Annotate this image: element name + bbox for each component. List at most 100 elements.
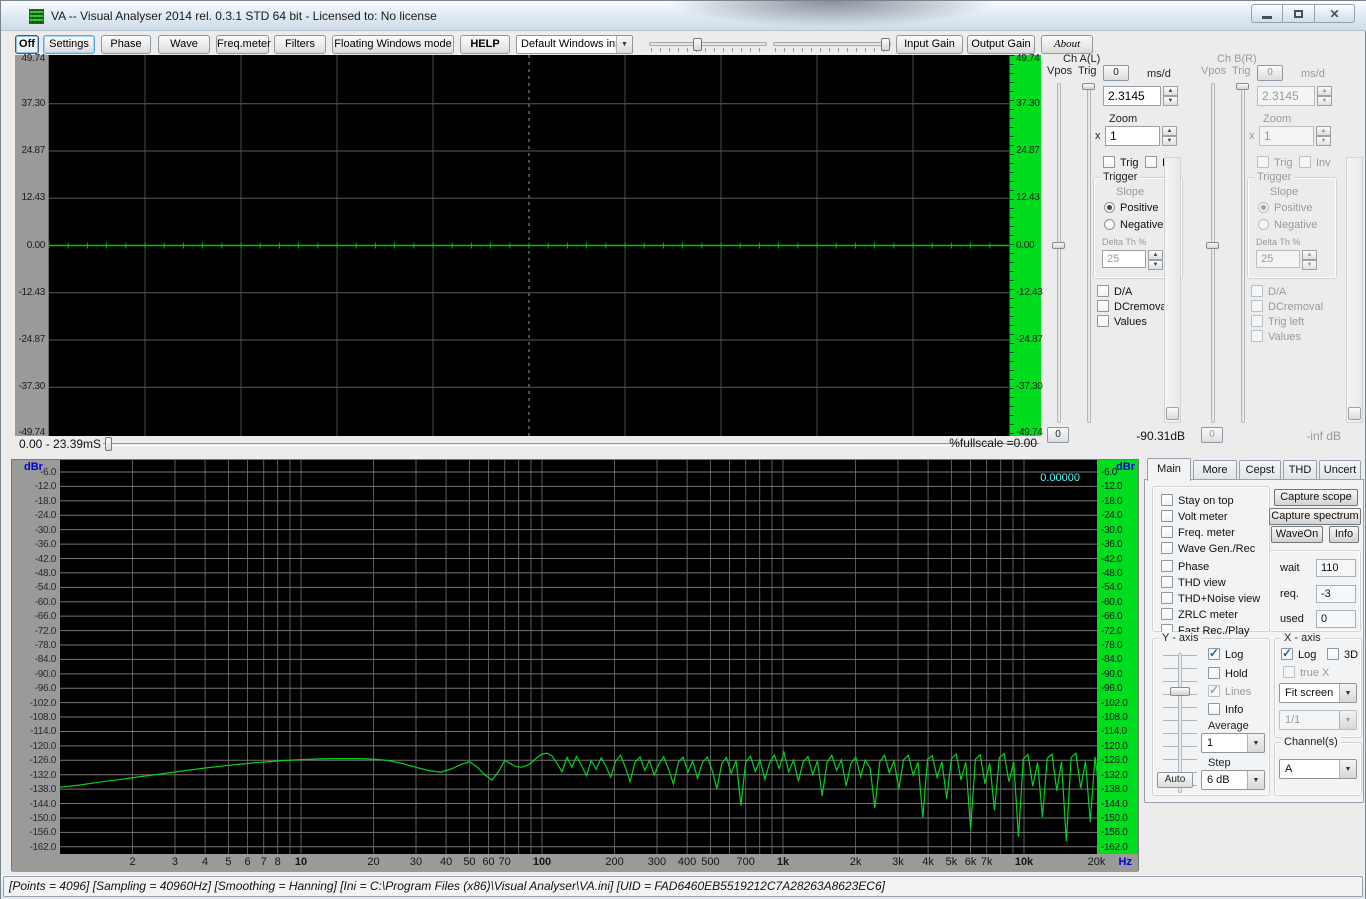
scope-level-bar: 49.7437.3024.8712.430.00-12.43-24.87-37.…: [1009, 55, 1041, 436]
tab-cepst[interactable]: Cepst: [1239, 460, 1281, 480]
input-gain-slider[interactable]: [649, 38, 767, 52]
close-button[interactable]: ✕: [1315, 4, 1355, 23]
x-3d-checkbox[interactable]: 3D: [1327, 648, 1358, 662]
scope-scroll-thumb[interactable]: [105, 437, 112, 451]
settings-button[interactable]: Settings: [43, 35, 95, 54]
zrlc-meter-checkbox[interactable]: ZRLC meter: [1161, 608, 1238, 622]
wave-on-button[interactable]: WaveOn: [1271, 526, 1323, 543]
scope-y-tick: -37.30: [18, 381, 45, 392]
fit-screen-select[interactable]: Fit screen ▼: [1279, 683, 1357, 703]
trig-checkbox[interactable]: Trig: [1103, 156, 1139, 170]
channel-select[interactable]: A ▼: [1279, 759, 1357, 779]
vpos-label: Vpos: [1201, 65, 1226, 77]
volt-meter-checkbox[interactable]: Volt meter: [1161, 510, 1228, 524]
stay-on-top-checkbox[interactable]: Stay on top: [1161, 494, 1234, 508]
capture-spectrum-button[interactable]: Capture spectrum: [1269, 508, 1361, 525]
tab-main[interactable]: Main: [1147, 458, 1191, 481]
trig-label: Trig: [1078, 65, 1097, 77]
output-gain-button[interactable]: Output Gain: [967, 35, 1035, 54]
slope-negative-radio[interactable]: Negative: [1104, 219, 1163, 233]
checkbox-icon: [1103, 156, 1115, 168]
slope-positive-radio[interactable]: Positive: [1104, 202, 1159, 216]
thd-noise-view-checkbox[interactable]: THD+Noise view: [1161, 592, 1260, 606]
app-icon: [29, 9, 44, 24]
scope-scroll-track[interactable]: [103, 443, 1039, 446]
y-hold-checkbox[interactable]: Hold: [1208, 667, 1248, 681]
wave-gen-checkbox[interactable]: Wave Gen./Rec: [1161, 542, 1255, 556]
off-button[interactable]: Off: [15, 35, 39, 54]
freq-meter-button[interactable]: Freq.meter: [216, 35, 269, 54]
auto-button[interactable]: Auto: [1157, 772, 1193, 788]
restore-button[interactable]: [1283, 4, 1315, 23]
status-text: [Points = 4096] [Sampling = 40960Hz] [Sm…: [3, 876, 1363, 897]
slider-track[interactable]: [649, 42, 767, 46]
tab-uncert[interactable]: Uncert: [1319, 460, 1361, 480]
tab-thd[interactable]: THD: [1283, 460, 1317, 480]
spectrum-y-tick: -30.0: [1101, 525, 1122, 536]
spectrum-panel: dBr -6.0-12.0-18.0-24.0-30.0-36.0-42.0-4…: [11, 459, 1139, 871]
trig-thumb[interactable]: [1082, 83, 1095, 90]
channel-a-zero-button[interactable]: 0: [1047, 427, 1069, 443]
phase-button[interactable]: Phase: [101, 35, 151, 54]
slider-ticks: [775, 48, 889, 52]
msd-spinner[interactable]: ▲▼: [1163, 86, 1178, 106]
zoom-spinner[interactable]: ▲▼: [1162, 126, 1177, 146]
spectrum-y-tick: -78.0: [35, 640, 56, 651]
input-gain-button[interactable]: Input Gain: [896, 35, 963, 54]
vpos-label: Vpos: [1047, 65, 1072, 77]
help-button[interactable]: HELP: [460, 35, 510, 54]
scope-y-tick: 12.43: [1016, 192, 1040, 203]
slope-negative-radio: Negative: [1258, 219, 1317, 233]
slider-thumb[interactable]: [693, 38, 702, 51]
freq-meter-checkbox[interactable]: Freq. meter: [1161, 526, 1235, 540]
fader-thumb[interactable]: [1166, 407, 1179, 420]
filters-button[interactable]: Filters: [274, 35, 326, 54]
used-field[interactable]: 0: [1316, 610, 1356, 628]
vpos-thumb: [1206, 242, 1219, 249]
vpos-thumb[interactable]: [1052, 242, 1065, 249]
capture-scope-button[interactable]: Capture scope: [1274, 489, 1358, 506]
channel-a-fader[interactable]: [1164, 157, 1181, 423]
scope-y-tick: -12.43: [1016, 287, 1043, 298]
spectrum-y-tick: -96.0: [1101, 683, 1122, 694]
output-gain-slider[interactable]: [773, 38, 891, 52]
phase-checkbox[interactable]: Phase: [1161, 560, 1209, 574]
spectrum-x-tick: 2: [129, 856, 135, 868]
step-select[interactable]: 6 dB ▼: [1201, 770, 1265, 790]
minimize-button[interactable]: [1251, 4, 1283, 23]
slider-thumb[interactable]: [881, 38, 890, 51]
msd-input[interactable]: 2.3145: [1103, 86, 1161, 106]
fit-screen-value: Fit screen: [1280, 684, 1339, 702]
trig-slider[interactable]: [1087, 83, 1091, 423]
spectrum-x-tick: 400: [678, 856, 696, 868]
slider-thumb[interactable]: [1170, 687, 1190, 696]
checkbox-icon: [1257, 156, 1269, 168]
floating-windows-button[interactable]: Floating Windows mode: [332, 35, 454, 54]
req-field[interactable]: -3: [1316, 585, 1356, 603]
average-select[interactable]: 1 ▼: [1201, 733, 1265, 753]
wait-field[interactable]: 110: [1316, 559, 1356, 577]
x-log-checkbox[interactable]: Log: [1281, 648, 1316, 662]
spectrum-x-tick: 300: [648, 856, 666, 868]
input-device-select[interactable]: Default Windows inp ▼: [516, 35, 633, 54]
channel-b-level: -inf dB: [1306, 429, 1341, 443]
checkbox-icon: [1097, 285, 1109, 297]
vpos-reset-button[interactable]: 0: [1103, 65, 1129, 81]
slope-label: Slope: [1116, 186, 1144, 198]
input-device-value: Default Windows inp: [517, 36, 616, 53]
wave-button[interactable]: Wave: [158, 35, 210, 54]
zoom-input[interactable]: 1: [1105, 126, 1160, 146]
da-checkbox[interactable]: D/A: [1097, 285, 1132, 299]
tab-more[interactable]: More: [1193, 460, 1237, 480]
spectrum-axis-bottom: Hz 2345678102030405060701002003004005007…: [12, 854, 1138, 872]
y-log-checkbox[interactable]: Log: [1208, 648, 1243, 662]
values-checkbox[interactable]: Values: [1097, 315, 1147, 329]
about-button[interactable]: About: [1041, 35, 1093, 54]
slider-track[interactable]: [773, 42, 891, 46]
dcremoval-checkbox[interactable]: DCremoval: [1097, 300, 1169, 314]
info-button[interactable]: Info: [1329, 526, 1359, 543]
thd-view-checkbox[interactable]: THD view: [1161, 576, 1226, 590]
vpos-slider[interactable]: [1057, 83, 1061, 423]
checkbox-icon: [1208, 685, 1220, 697]
y-info-checkbox[interactable]: Info: [1208, 703, 1243, 717]
